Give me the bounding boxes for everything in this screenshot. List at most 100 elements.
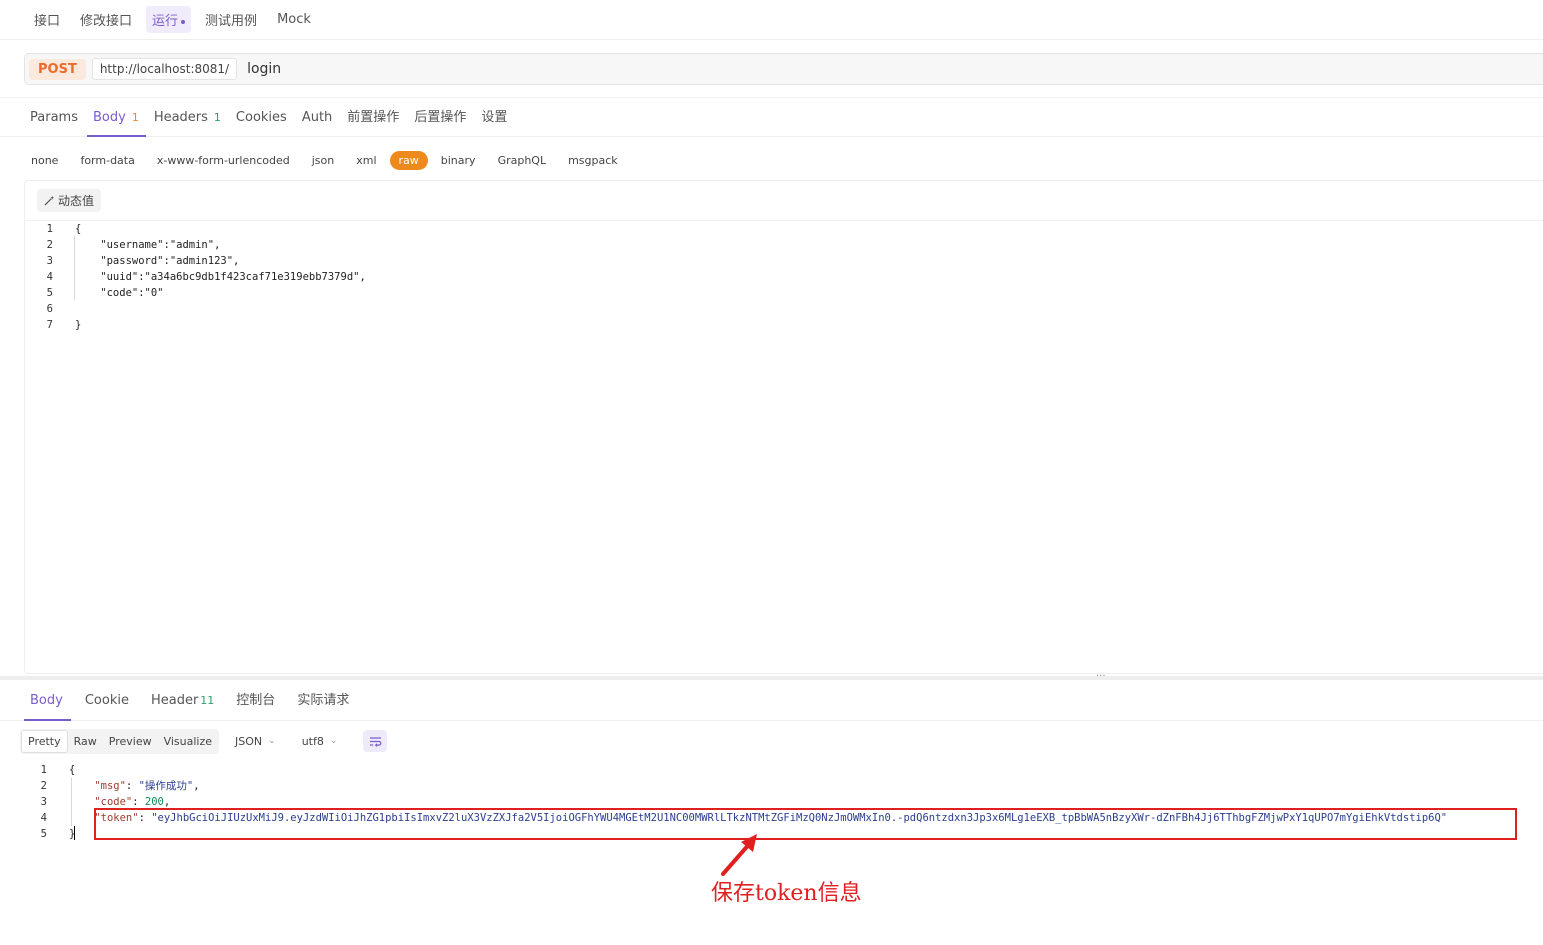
body-type-binary[interactable]: binary <box>432 151 485 170</box>
tab-headers[interactable]: Headers 1 <box>148 110 230 136</box>
response-tab-console-label: 控制台 <box>236 693 276 708</box>
code-line: 2 "username":"admin", <box>25 237 1543 253</box>
view-preview-button[interactable]: Preview <box>103 731 158 752</box>
tab-settings[interactable]: 设置 <box>475 106 516 136</box>
code-text: "username":"admin", <box>75 239 221 251</box>
response-tab-console[interactable]: 控制台 <box>230 689 283 720</box>
response-tab-header-label: Header <box>150 693 199 708</box>
tab-headers-label: Headers <box>153 110 208 125</box>
code-text: { <box>69 764 76 776</box>
request-path-input[interactable]: login <box>247 61 281 77</box>
response-tab-cookie[interactable]: Cookie <box>79 693 137 720</box>
editor-toolbar: 动态值 <box>25 181 1543 221</box>
view-visualize-button[interactable]: Visualize <box>158 731 218 752</box>
annotation-arrow-icon <box>721 834 757 876</box>
code-text: { <box>75 223 82 235</box>
line-number: 4 <box>40 812 47 824</box>
tab-auth[interactable]: Auth <box>296 110 341 136</box>
annotation-text: 保存token信息 <box>711 881 862 906</box>
indent-guide <box>71 778 72 826</box>
code-line: 6 <box>25 301 1543 317</box>
body-count-badge: 1 <box>131 111 139 124</box>
code-text: "uuid":"a34a6bc9db1f423caf71e319ebb7379d… <box>75 271 366 283</box>
text-cursor <box>74 826 75 840</box>
request-url-bar[interactable]: POST http://localhost:8081/ login <box>24 53 1543 85</box>
line-number: 3 <box>46 255 53 267</box>
magic-wand-icon <box>44 195 55 206</box>
tab-test-cases[interactable]: 测试用例 <box>199 6 263 33</box>
tab-run-label: 运行 <box>152 14 179 29</box>
line-number: 1 <box>40 764 47 776</box>
wrap-lines-button[interactable] <box>363 730 388 752</box>
response-tab-actual-request[interactable]: 实际请求 <box>291 689 357 720</box>
dynamic-value-label: 动态值 <box>58 194 95 208</box>
body-type-msgpack[interactable]: msgpack <box>559 151 627 170</box>
view-pretty-button[interactable]: Pretty <box>21 729 68 753</box>
line-number: 4 <box>46 271 53 283</box>
line-number: 5 <box>46 287 53 299</box>
encoding-select[interactable]: utf8 ⌄ <box>302 735 338 748</box>
wrap-text-icon <box>369 736 382 747</box>
line-number: 7 <box>46 319 53 331</box>
token-highlight-box <box>94 808 1517 840</box>
tab-pre-processors[interactable]: 前置操作 <box>341 106 408 136</box>
response-tab-cookie-label: Cookie <box>84 693 129 708</box>
code-text: "code":"0" <box>75 287 164 299</box>
tab-auth-label: Auth <box>301 110 333 125</box>
tab-post-processors[interactable]: 后置操作 <box>408 106 475 136</box>
tab-cookies-label: Cookies <box>235 110 287 125</box>
tab-body-label: Body <box>92 110 126 125</box>
body-type-xml[interactable]: xml <box>347 151 385 170</box>
body-type-form-data[interactable]: form-data <box>71 151 143 170</box>
body-type-json[interactable]: json <box>303 151 344 170</box>
request-tab-bar: Params Body 1 Headers 1 Cookies Auth 前置操作 … <box>0 97 1543 137</box>
code-line: 3 "password":"admin123", <box>25 253 1543 269</box>
response-tab-body[interactable]: Body <box>24 693 71 721</box>
format-select[interactable]: JSON ⌄ <box>235 735 276 748</box>
body-type-raw[interactable]: raw <box>389 150 428 170</box>
line-number: 2 <box>46 239 53 251</box>
response-tab-actual-request-label: 实际请求 <box>297 693 350 708</box>
code-text: "password":"admin123", <box>75 255 240 267</box>
view-raw-button[interactable]: Raw <box>68 731 103 752</box>
base-url[interactable]: http://localhost:8081/ <box>91 58 238 80</box>
code-line: 2 "msg": "操作成功", <box>16 778 1526 794</box>
chevron-down-icon: ⌄ <box>329 736 338 746</box>
indent-guide <box>74 236 75 300</box>
json-string: "操作成功" <box>138 780 194 792</box>
line-number: 5 <box>40 828 47 840</box>
request-body-editor[interactable]: 动态值 1{ 2 "username":"admin", 3 "password… <box>24 180 1543 674</box>
line-number: 1 <box>46 223 53 235</box>
body-type-urlencoded[interactable]: x-www-form-urlencoded <box>148 151 299 170</box>
http-method-select[interactable]: POST <box>29 58 86 80</box>
chevron-down-icon: ⌄ <box>268 736 276 746</box>
line-number: 3 <box>40 796 47 808</box>
response-header-count-badge: 11 <box>200 694 215 707</box>
encoding-select-value: utf8 <box>301 734 324 748</box>
dynamic-value-button[interactable]: 动态值 <box>37 189 102 212</box>
tab-body[interactable]: Body 1 <box>86 110 148 137</box>
view-mode-group: Pretty Raw Preview Visualize <box>20 728 220 754</box>
format-select-value: JSON <box>235 734 263 748</box>
response-tab-body-label: Body <box>30 693 63 708</box>
body-type-none[interactable]: none <box>22 151 67 170</box>
unsaved-dot-icon <box>181 19 186 24</box>
tab-mock[interactable]: Mock <box>271 8 317 31</box>
code-line: 7} <box>25 317 1543 333</box>
tab-params[interactable]: Params <box>24 110 87 136</box>
tab-interface[interactable]: 接口 <box>28 6 66 33</box>
code-line: 1{ <box>25 221 1543 237</box>
code-text: } <box>75 319 82 331</box>
split-resize-handle[interactable] <box>0 676 1543 680</box>
tab-pre-label: 前置操作 <box>347 110 400 125</box>
request-code[interactable]: 1{ 2 "username":"admin", 3 "password":"a… <box>25 221 1543 333</box>
tab-edit-interface[interactable]: 修改接口 <box>74 6 138 33</box>
tab-cookies[interactable]: Cookies <box>230 110 296 136</box>
response-tab-bar: Body Cookie Header 11 控制台 实际请求 <box>0 681 1543 721</box>
code-line: 4 "uuid":"a34a6bc9db1f423caf71e319ebb737… <box>25 269 1543 285</box>
top-tab-bar: 接口 修改接口 运行 测试用例 Mock <box>0 0 1543 40</box>
response-tab-header[interactable]: Header 11 <box>145 693 222 720</box>
tab-run[interactable]: 运行 <box>146 6 192 33</box>
body-type-graphql[interactable]: GraphQL <box>489 151 556 170</box>
json-key: "msg" <box>94 780 126 792</box>
